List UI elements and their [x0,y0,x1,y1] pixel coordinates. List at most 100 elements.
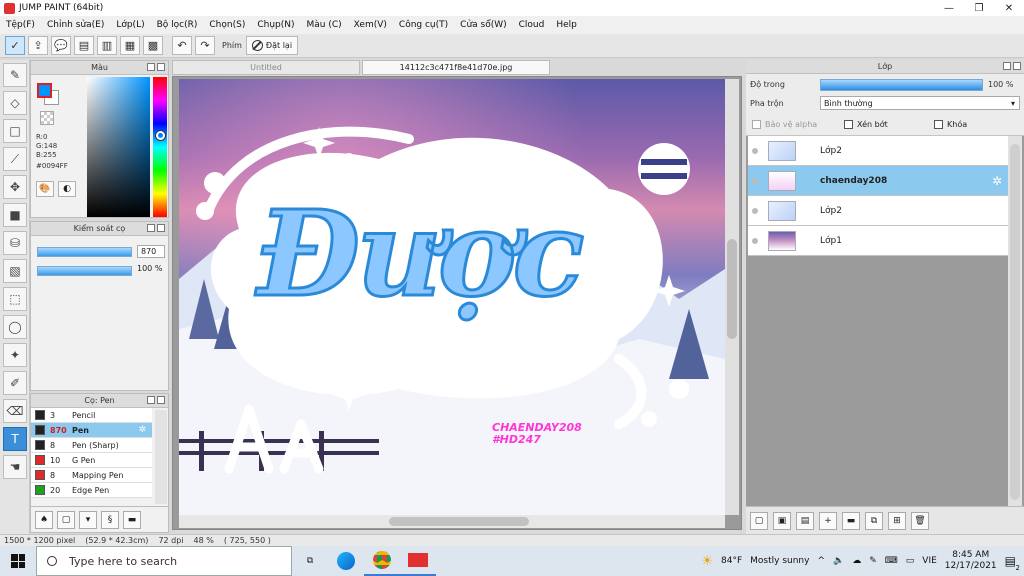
brush-folder-icon[interactable]: ▬ [123,510,141,529]
close-button[interactable]: ✕ [994,0,1024,16]
canvas-area[interactable]: Được CHAENDAY208 #HD247 [172,76,742,530]
message-icon[interactable]: ▤ [74,36,94,55]
redo-icon[interactable]: ↷ [195,36,215,55]
jump-paint-taskbar-icon[interactable] [400,546,436,576]
clock[interactable]: 8:45 AM 12/17/2021 [945,550,997,572]
menu-view[interactable]: Xem(V) [354,20,387,30]
brush-item-pencil[interactable]: 3 Pencil [31,408,152,423]
line-tool-icon[interactable]: ⟋ [3,147,27,171]
copy-brush-icon[interactable]: ▢ [57,510,75,529]
weather-text[interactable]: Mostly sunny [750,556,809,566]
visibility-toggle[interactable] [748,207,762,214]
clipping-checkbox[interactable]: Xén bớt [844,120,888,129]
menu-select[interactable]: Chọn(S) [209,20,245,30]
saturation-value-picker[interactable] [87,77,150,217]
rectangle-tool-icon[interactable]: □ [3,119,27,143]
new-folder-layer-icon[interactable]: ▤ [796,511,814,530]
brush-size-value[interactable]: 870 [137,245,165,258]
brush-opacity-slider[interactable] [37,266,132,276]
grid-check-icon[interactable]: ▩ [143,36,163,55]
chevron-up-icon[interactable]: ^ [817,556,825,566]
notifications-icon[interactable]: ▤ 2 [1005,554,1020,572]
keyboard-icon[interactable]: ⌨ [885,556,898,566]
gear-icon[interactable]: ✲ [138,425,146,435]
canvas-horizontal-scroll-thumb[interactable] [389,517,529,526]
layer-add-menu-icon[interactable]: + [819,511,837,530]
gradient-tool-icon[interactable]: ▧ [3,259,27,283]
protect-alpha-checkbox[interactable]: Bảo vệ alpha [752,120,817,129]
menu-color[interactable]: Màu (C) [307,20,342,30]
brush-item-mapping-pen[interactable]: 8 Mapping Pen [31,468,152,483]
brush-item-g-pen[interactable]: 10 G Pen [31,453,152,468]
layer-opacity-slider[interactable] [820,79,983,91]
layer-list-scrollbar[interactable] [1008,136,1022,506]
hue-slider[interactable] [153,77,167,217]
magic-wand-tool-icon[interactable]: ✦ [3,343,27,367]
menu-layer[interactable]: Lớp(L) [116,20,144,30]
palette-icon[interactable]: 🎨 [36,181,54,197]
layer-row[interactable]: Lớp2 [748,196,1008,226]
brush-tool-icon[interactable]: ✎ [3,63,27,87]
new-layer-icon[interactable]: ▢ [750,511,768,530]
gear-icon[interactable]: ✲ [992,174,1002,188]
layer-row[interactable]: Lớp1 [748,226,1008,256]
cloud-icon[interactable]: ☁ [852,556,861,566]
delete-layer-icon[interactable]: 🗑 [911,511,929,530]
hand-tool-icon[interactable]: ☚ [3,455,27,479]
menu-tools[interactable]: Công cụ(T) [399,20,448,30]
panel-close-icon[interactable] [157,63,165,71]
new-brush-icon[interactable]: ♠ [35,510,53,529]
canvas-horizontal-scrollbar[interactable] [179,515,725,528]
undo-icon[interactable]: ↶ [172,36,192,55]
layer-list-scroll-thumb[interactable] [1010,144,1020,500]
panel-close-icon[interactable] [157,224,165,232]
brush-doc-icon[interactable]: § [101,510,119,529]
palette-edit-icon[interactable]: ◐ [58,181,76,197]
bucket-tool-icon[interactable]: ⛁ [3,231,27,255]
brush-list-scrollbar[interactable] [155,410,167,504]
menu-edit[interactable]: Chỉnh sửa(E) [47,20,104,30]
start-button[interactable] [0,546,36,576]
panel-float-icon[interactable] [147,224,155,232]
layer-row-selected[interactable]: chaenday208 ✲ [748,166,1008,196]
brush-item-pen[interactable]: 870 Pen ✲ [31,423,152,438]
document-icon[interactable]: ▥ [97,36,117,55]
comment-icon[interactable]: 💬 [51,36,71,55]
menu-window[interactable]: Cửa sổ(W) [460,20,506,30]
panel-float-icon[interactable] [147,396,155,404]
new-text-layer-icon[interactable]: ▣ [773,511,791,530]
panel-float-icon[interactable] [1003,62,1011,70]
visibility-toggle[interactable] [748,147,762,154]
brush-size-slider[interactable] [37,247,132,257]
input-language[interactable]: VIE [922,556,937,566]
menu-file[interactable]: Tệp(F) [6,20,35,30]
panel-close-icon[interactable] [1013,62,1021,70]
menu-help[interactable]: Help [556,20,577,30]
artwork-canvas[interactable]: Được CHAENDAY208 #HD247 [179,79,725,515]
maximize-button[interactable]: ❐ [964,0,994,16]
menu-cloud[interactable]: Cloud [519,20,545,30]
menu-filter[interactable]: Bộ lọc(R) [157,20,198,30]
layer-folder-icon[interactable]: ▬ [842,511,860,530]
brush-item-pen-sharp[interactable]: 8 Pen (Sharp) [31,438,152,453]
weather-temp[interactable]: 84°F [721,556,742,566]
select-eraser-tool-icon[interactable]: ⌫ [3,399,27,423]
merge-layer-icon[interactable]: ⊞ [888,511,906,530]
layer-row[interactable]: Lớp2 [748,136,1008,166]
text-tool-icon[interactable]: T [3,427,27,451]
speaker-icon[interactable]: 🔈 [833,556,844,566]
brush-menu-icon[interactable]: ▾ [79,510,97,529]
fill-rect-tool-icon[interactable]: ■ [3,203,27,227]
lock-checkbox[interactable]: Khóa [934,120,967,129]
hue-slider-knob[interactable] [156,131,165,140]
lasso-tool-icon[interactable]: ◯ [3,315,27,339]
canvas-vertical-scroll-thumb[interactable] [727,239,737,339]
blend-mode-select[interactable]: Bình thường ▾ [820,96,1020,110]
transparent-color-swatch[interactable] [40,111,54,125]
panel-layout-icon[interactable]: ▦ [120,36,140,55]
chrome-browser-icon[interactable] [364,546,400,576]
rect-select-tool-icon[interactable]: ⬚ [3,287,27,311]
eraser-tool-icon[interactable]: ◇ [3,91,27,115]
select-pen-tool-icon[interactable]: ✐ [3,371,27,395]
taskbar-search-box[interactable]: Type here to search [36,546,292,576]
